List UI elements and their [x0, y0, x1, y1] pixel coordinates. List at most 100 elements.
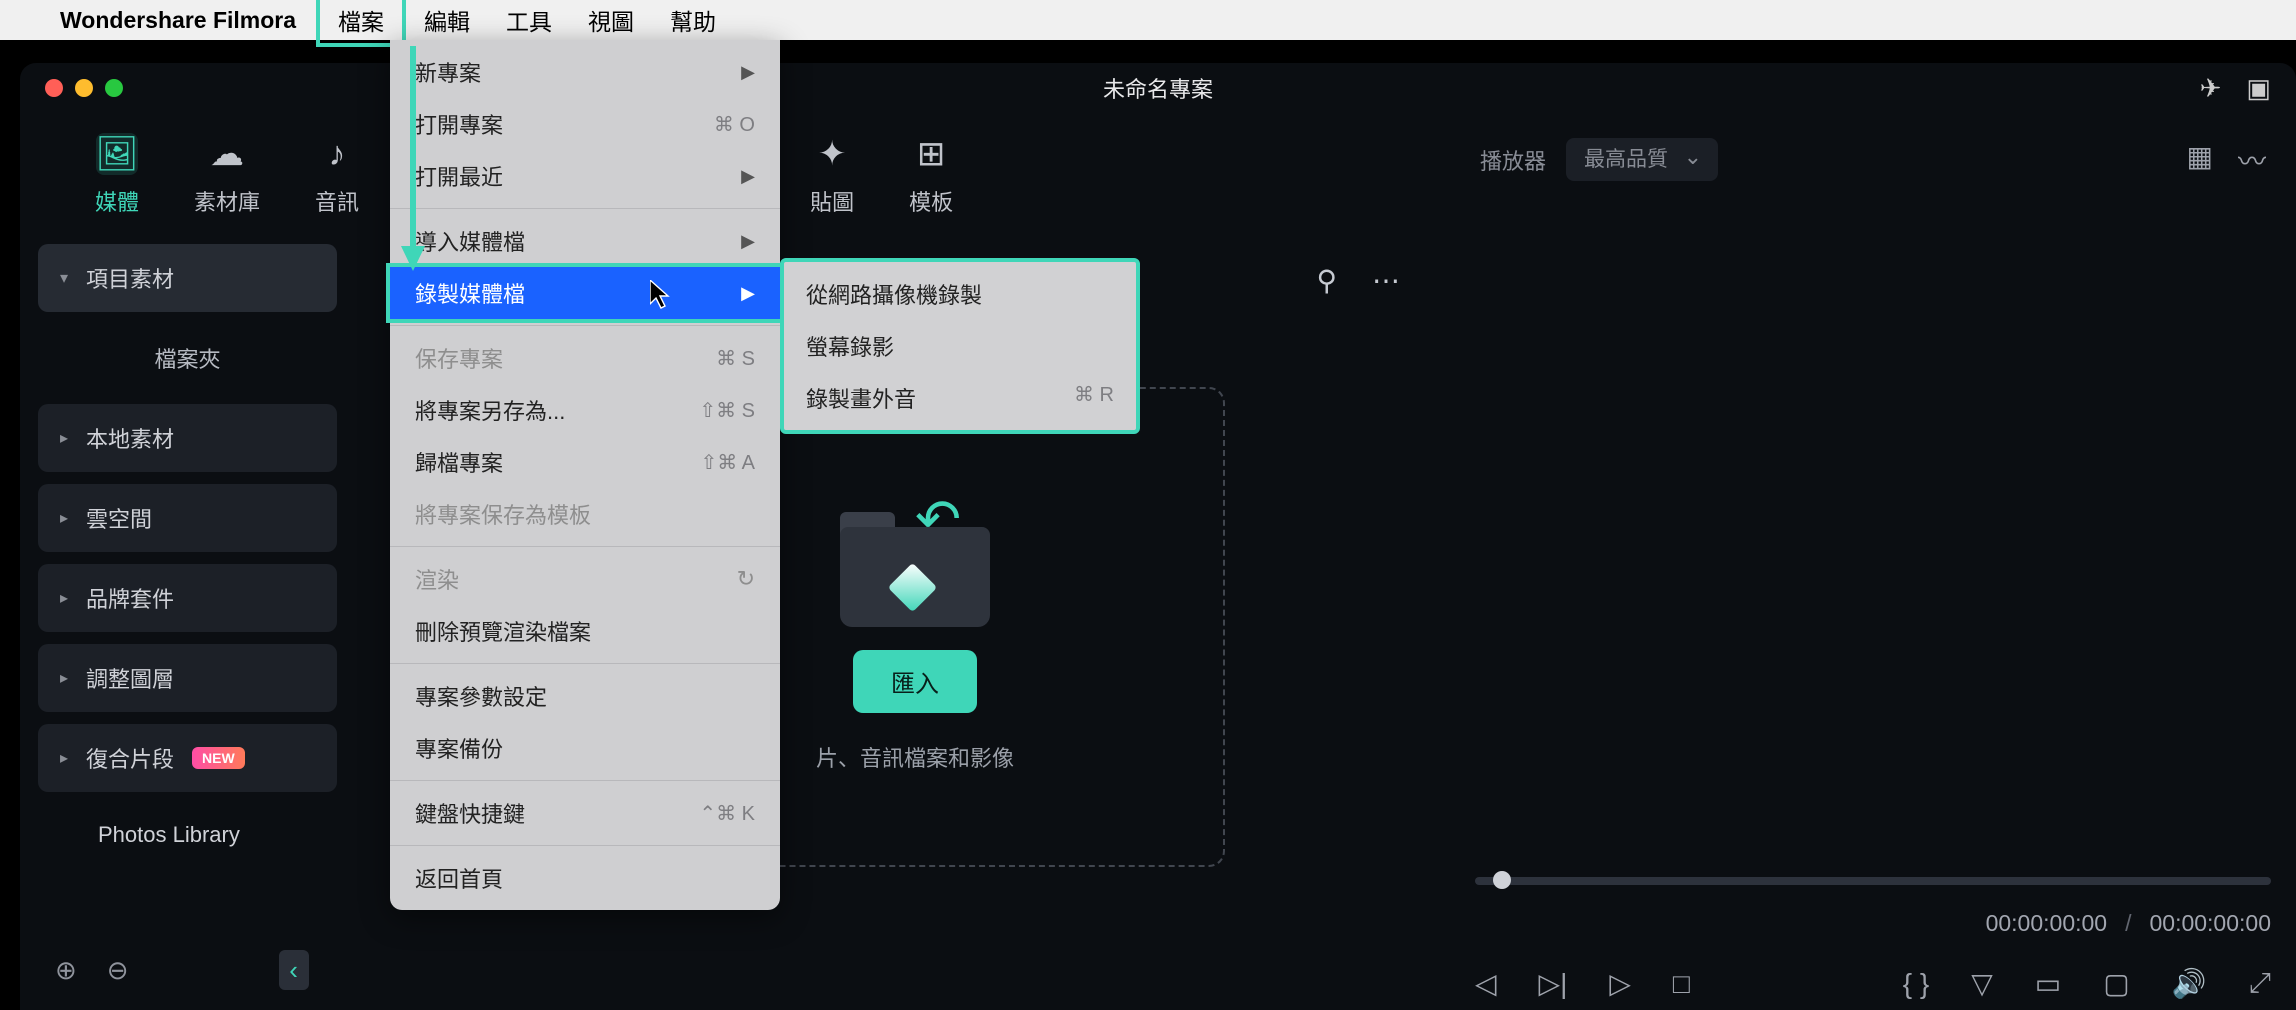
- tab-audio[interactable]: ♪音訊: [315, 133, 359, 217]
- template-icon: ⊞: [910, 133, 952, 175]
- filter-icon[interactable]: ⚲: [1316, 264, 1337, 297]
- grid-view-icon[interactable]: ▦: [2187, 140, 2213, 180]
- titlebar: 未命名專案 ✈ ▣: [20, 63, 2296, 113]
- sidebar-item-folder[interactable]: 檔案夾: [38, 324, 337, 392]
- menu-render: 渲染↻: [390, 553, 780, 605]
- play-icon[interactable]: ▷: [1609, 967, 1631, 1000]
- playhead-icon[interactable]: [1493, 871, 1511, 889]
- timecode-total: 00:00:00:00: [2149, 910, 2271, 937]
- sidebar-item-compound-clip[interactable]: ▸復合片段NEW: [38, 724, 337, 792]
- menu-save-as[interactable]: 將專案另存為...⇧⌘ S: [390, 384, 780, 436]
- import-illustration: ↶: [830, 482, 1000, 622]
- app-window: 未命名專案 ✈ ▣ 🖼媒體 ☁素材庫 ♪音訊 T字幕 ✦轉場 ✧特效 ⚭濾鏡 ✦…: [20, 63, 2296, 1010]
- menu-edit[interactable]: 編輯: [406, 0, 488, 43]
- import-button[interactable]: 匯入: [853, 650, 977, 713]
- menu-help[interactable]: 幫助: [652, 0, 734, 43]
- chevron-right-icon: ▸: [60, 508, 68, 528]
- tab-label: 素材庫: [194, 185, 260, 217]
- timecode-current: 00:00:00:00: [1986, 910, 2108, 937]
- player-panel: 播放器 最高品質 ▦ 〰 00:00:00:00 / 00:00:00:00: [1450, 113, 2296, 1010]
- player-viewport: [1450, 206, 2296, 846]
- volume-icon[interactable]: 🔊: [2172, 967, 2207, 1000]
- refresh-icon: ↻: [737, 566, 755, 592]
- menu-open-recent[interactable]: 打開最近▶: [390, 150, 780, 202]
- sidebar: ▾項目素材 檔案夾 ▸本地素材 ▸雲空間 ▸品牌套件 ▸調整圖層 ▸復合片段NE…: [20, 232, 355, 1010]
- menu-save-project: 保存專案⌘ S: [390, 332, 780, 384]
- sidebar-item-label: Photos Library: [98, 822, 240, 848]
- cloud-icon: ☁: [206, 133, 248, 175]
- menu-open-project[interactable]: 打開專案⌘ O: [390, 98, 780, 150]
- prev-icon[interactable]: ◁: [1475, 967, 1497, 1000]
- chevron-right-icon: ▸: [60, 428, 68, 448]
- sidebar-item-photos-library[interactable]: Photos Library: [38, 804, 337, 866]
- menu-separator: [390, 663, 780, 664]
- drop-hint: 片、音訊檔案和影像: [816, 741, 1014, 773]
- sidebar-item-cloud[interactable]: ▸雲空間: [38, 484, 337, 552]
- sidebar-item-local[interactable]: ▸本地素材: [38, 404, 337, 472]
- record-media-submenu: 從網路攝像機錄製 螢幕錄影 錄製畫外音⌘ R: [780, 258, 1140, 434]
- macos-menubar: Wondershare Filmora 檔案 編輯 工具 視圖 幫助: [0, 0, 2296, 40]
- menu-tools[interactable]: 工具: [488, 0, 570, 43]
- menu-back-home[interactable]: 返回首頁: [390, 852, 780, 904]
- tc-separator: /: [2125, 910, 2131, 937]
- player-label: 播放器: [1480, 144, 1546, 176]
- submenu-record-webcam[interactable]: 從網路攝像機錄製: [784, 268, 1136, 320]
- chevron-right-icon: ▸: [60, 668, 68, 688]
- menu-separator: [390, 780, 780, 781]
- menu-import-media[interactable]: 導入媒體檔▶: [390, 215, 780, 267]
- player-timeline[interactable]: [1475, 877, 2271, 885]
- tab-stock[interactable]: ☁ 素材庫: [194, 133, 260, 217]
- tab-templates[interactable]: ⊞模板: [909, 133, 953, 217]
- sidebar-item-label: 調整圖層: [86, 662, 174, 694]
- sidebar-item-brand[interactable]: ▸品牌套件: [38, 564, 337, 632]
- collapse-sidebar-icon[interactable]: ‹: [279, 950, 309, 990]
- chevron-right-icon: ▸: [60, 748, 68, 768]
- fullscreen-icon[interactable]: [105, 79, 123, 97]
- chevron-right-icon: ▶: [741, 62, 755, 83]
- more-icon[interactable]: ⋯: [1372, 264, 1400, 297]
- waveform-icon[interactable]: 〰: [2238, 140, 2266, 180]
- marker-icon[interactable]: ▽: [1971, 967, 1993, 1000]
- chevron-right-icon: ▶: [741, 231, 755, 252]
- send-icon[interactable]: ✈: [2200, 73, 2222, 104]
- chevron-right-icon: ▶: [741, 166, 755, 187]
- step-fwd-icon[interactable]: ▷|: [1539, 967, 1568, 1000]
- menu-record-media[interactable]: 錄製媒體檔▶: [386, 263, 784, 323]
- menu-separator: [390, 325, 780, 326]
- sidebar-item-label: 復合片段: [86, 742, 174, 774]
- expand-icon[interactable]: ⤢: [2249, 967, 2271, 1000]
- quality-select[interactable]: 最高品質: [1566, 138, 1718, 181]
- image-icon: 🖼: [96, 133, 138, 175]
- menu-separator: [390, 845, 780, 846]
- remove-folder-icon[interactable]: ⊖: [107, 955, 129, 986]
- menu-archive-project[interactable]: 歸檔專案⇧⌘ A: [390, 436, 780, 488]
- submenu-screen-record[interactable]: 螢幕錄影: [784, 320, 1136, 372]
- file-menu-dropdown: 新專案▶ 打開專案⌘ O 打開最近▶ 導入媒體檔▶ 錄製媒體檔▶ 保存專案⌘ S…: [390, 40, 780, 910]
- tab-label: 貼圖: [810, 185, 854, 217]
- sidebar-item-project-media[interactable]: ▾項目素材: [38, 244, 337, 312]
- chevron-right-icon: ▸: [60, 588, 68, 608]
- chevron-right-icon: ▶: [741, 283, 755, 304]
- menu-delete-preview-render[interactable]: 刪除預覽渲染檔案: [390, 605, 780, 657]
- stop-icon[interactable]: □: [1673, 968, 1690, 1000]
- screen-icon[interactable]: ▭: [2035, 967, 2061, 1000]
- bracket-icon[interactable]: { }: [1903, 968, 1929, 1000]
- minimize-icon[interactable]: [75, 79, 93, 97]
- menu-project-settings[interactable]: 專案參數設定: [390, 670, 780, 722]
- app-name: Wondershare Filmora: [60, 7, 296, 34]
- tab-stickers[interactable]: ✦ 貼圖: [810, 133, 854, 217]
- snapshot-icon[interactable]: ▢: [2103, 967, 2129, 1000]
- tab-media[interactable]: 🖼媒體: [95, 133, 139, 217]
- menu-view[interactable]: 視圖: [570, 0, 652, 43]
- add-folder-icon[interactable]: ⊕: [55, 955, 77, 986]
- menu-project-backup[interactable]: 專案備份: [390, 722, 780, 774]
- close-icon[interactable]: [45, 79, 63, 97]
- sidebar-item-adjustment-layer[interactable]: ▸ 調整圖層: [38, 644, 337, 712]
- submenu-record-voiceover[interactable]: 錄製畫外音⌘ R: [784, 372, 1136, 424]
- sidebar-item-label: 項目素材: [86, 262, 174, 294]
- menu-new-project[interactable]: 新專案▶: [390, 46, 780, 98]
- sticker-icon: ✦: [811, 133, 853, 175]
- sidebar-item-label: 檔案夾: [154, 342, 220, 374]
- panel-icon[interactable]: ▣: [2246, 73, 2271, 104]
- menu-keyboard-shortcuts[interactable]: 鍵盤快捷鍵⌃⌘ K: [390, 787, 780, 839]
